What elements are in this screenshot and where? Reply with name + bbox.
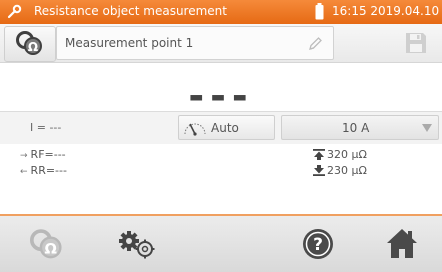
- measurement-type-tab[interactable]: Ω: [0, 216, 96, 272]
- status-bar: Resistance object measurement 16:15 2019…: [0, 0, 442, 24]
- main-result-value: ---: [188, 74, 254, 118]
- battery-icon: [315, 3, 324, 20]
- measurement-point-field[interactable]: Measurement point 1: [56, 26, 334, 60]
- forward-arrow-icon: →: [20, 151, 28, 161]
- upper-limit: 320 µΩ: [313, 148, 367, 161]
- svg-text:?: ?: [313, 235, 323, 255]
- upper-limit-value: 320 µΩ: [327, 148, 367, 161]
- settings-button[interactable]: [96, 216, 186, 272]
- range-mode-label: Auto: [211, 121, 239, 135]
- main-result-area: ---: [0, 63, 442, 118]
- upper-limit-icon: [313, 149, 325, 160]
- lower-limit-value: 230 µΩ: [327, 164, 367, 177]
- svg-text:Ω: Ω: [44, 241, 56, 258]
- bottom-toolbar: Ω ?: [0, 216, 442, 272]
- measurement-type-button[interactable]: Ω: [4, 26, 56, 62]
- result-rf: RF=---: [30, 148, 66, 161]
- resistance-object-icon: Ω: [16, 31, 42, 55]
- results-area: → RF=--- ← RR=--- 320 µΩ 230 µΩ: [0, 144, 442, 214]
- dropdown-arrow-icon: [422, 124, 432, 132]
- lower-limit-icon: [313, 165, 325, 176]
- settings-icon: [119, 231, 155, 259]
- help-button[interactable]: ?: [292, 216, 352, 272]
- screen-title: Resistance object measurement: [34, 4, 227, 18]
- wrench-icon: [6, 4, 22, 20]
- help-icon: ?: [303, 229, 333, 259]
- range-mode-button[interactable]: Auto: [178, 115, 275, 140]
- save-icon[interactable]: [404, 31, 428, 59]
- gauge-icon: [184, 123, 206, 136]
- clock: 16:15 2019.04.10: [332, 4, 440, 18]
- measurement-point-row: Ω Measurement point 1: [0, 24, 442, 63]
- resistance-object-icon: Ω: [30, 229, 62, 259]
- result-reverse: ← RR=---: [20, 164, 67, 177]
- svg-text:Ω: Ω: [28, 40, 38, 54]
- pencil-icon[interactable]: [307, 36, 323, 56]
- lower-limit: 230 µΩ: [313, 164, 367, 177]
- result-forward: → RF=---: [20, 148, 66, 161]
- test-current-value: 10 A: [342, 121, 370, 135]
- measurement-point-name: Measurement point 1: [65, 36, 194, 50]
- result-rr: RR=---: [30, 164, 67, 177]
- reverse-arrow-icon: ←: [20, 167, 28, 177]
- parameter-row: I = --- Auto 10 A: [0, 111, 442, 145]
- home-button[interactable]: [366, 216, 442, 272]
- current-readout: I = ---: [30, 121, 62, 134]
- test-current-select[interactable]: 10 A: [281, 115, 439, 140]
- home-icon: [387, 229, 417, 258]
